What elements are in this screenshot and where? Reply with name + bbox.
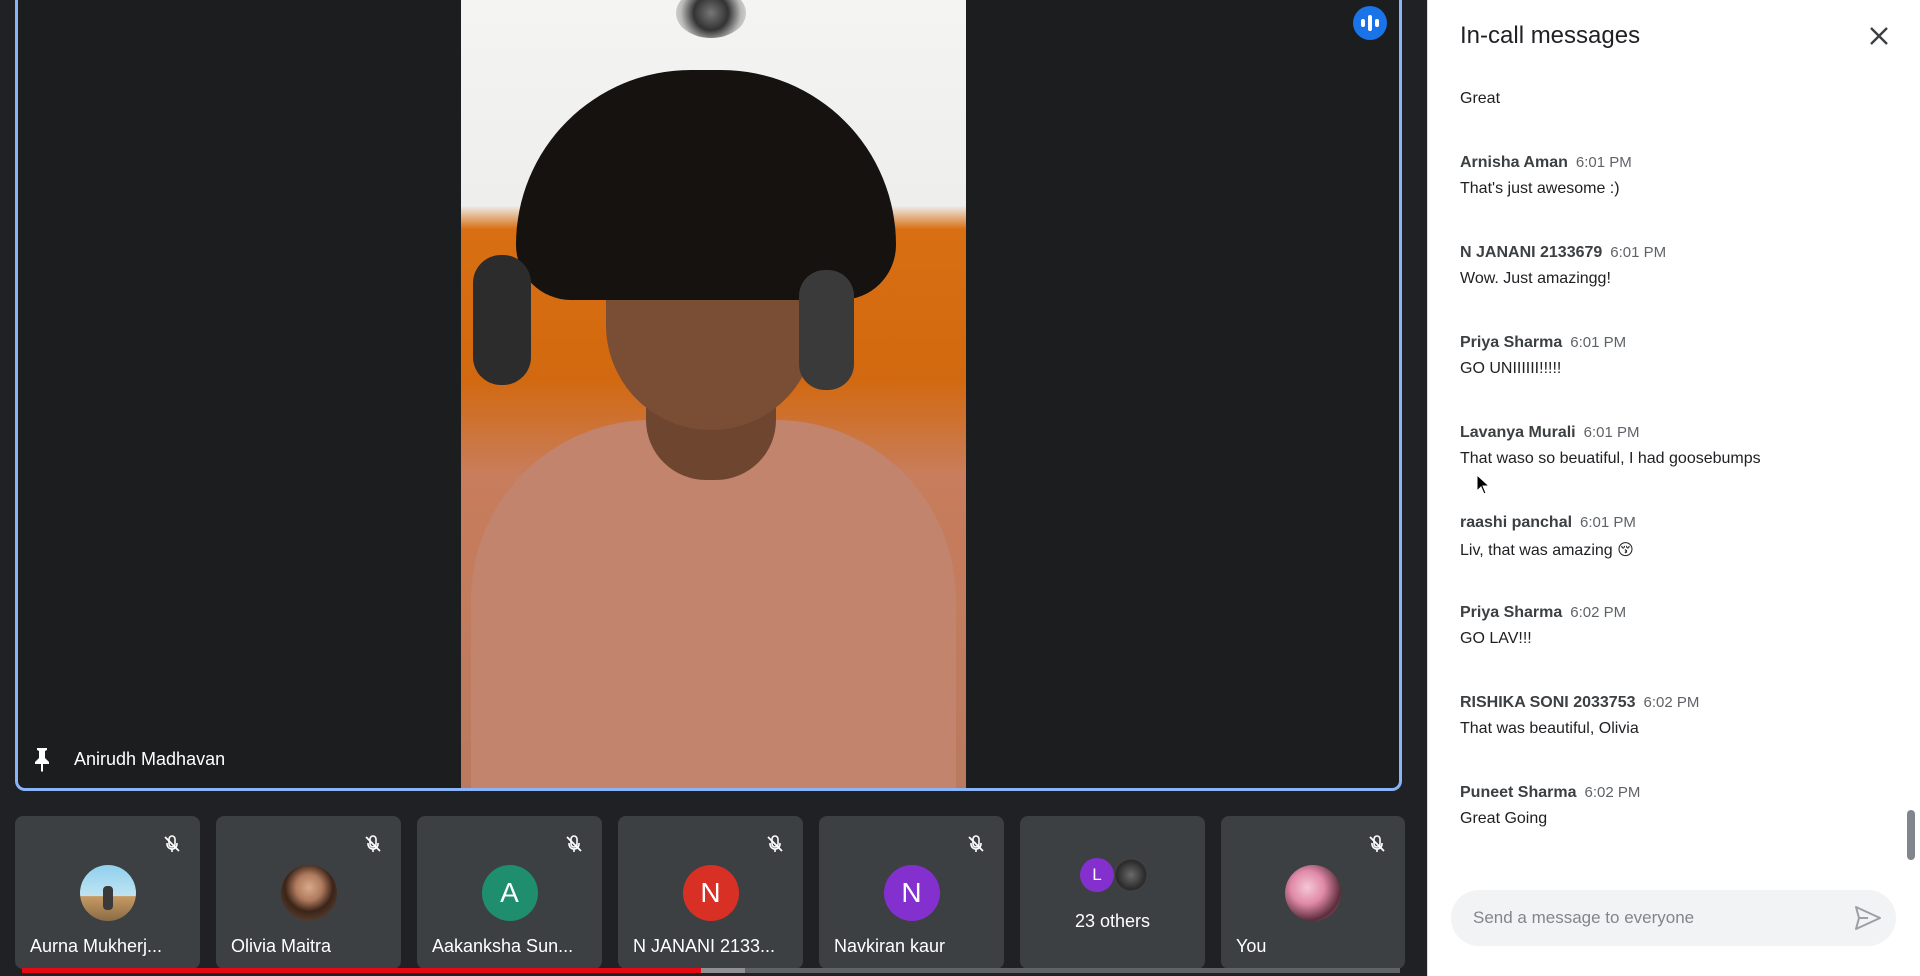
message-sender: Puneet Sharma bbox=[1460, 784, 1577, 801]
audio-bars-icon bbox=[1353, 6, 1387, 40]
panel-title: In-call messages bbox=[1460, 22, 1641, 49]
chat-panel: In-call messages Great Arnisha Aman 6:01 … bbox=[1427, 0, 1920, 976]
message-text: GO LAV!!! bbox=[1460, 630, 1532, 647]
message: Priya Sharma 6:02 PM GO LAV!!! bbox=[1460, 604, 1626, 648]
message-input[interactable] bbox=[1471, 907, 1835, 929]
message-text: GO UNIIIIII!!!!! bbox=[1460, 360, 1562, 377]
avatar: N bbox=[682, 865, 739, 921]
message: Arnisha Aman 6:01 PM That's just awesome … bbox=[1460, 154, 1632, 198]
message-time: 6:01 PM bbox=[1583, 424, 1640, 441]
self-thumbnail[interactable]: You bbox=[1221, 816, 1405, 969]
participant-name: N JANANI 2133... bbox=[633, 936, 776, 956]
message-text: Great Going bbox=[1460, 810, 1548, 827]
participant-video bbox=[461, 0, 966, 788]
mic-off-icon bbox=[1369, 835, 1385, 852]
avatar: L bbox=[1080, 858, 1114, 892]
participant-thumbnail[interactable]: Olivia Maitra bbox=[216, 816, 401, 969]
message-text: Wow. Just amazingg! bbox=[1460, 270, 1611, 287]
message-sender: Lavanya Murali bbox=[1460, 424, 1576, 441]
mic-off-icon bbox=[164, 835, 180, 852]
message-sender: Priya Sharma bbox=[1460, 604, 1563, 621]
mic-off-icon bbox=[767, 835, 783, 852]
participant-name: Navkiran kaur bbox=[834, 936, 946, 956]
pin-icon[interactable] bbox=[32, 746, 52, 772]
participant-thumbnail[interactable]: Aurna Mukherj... bbox=[15, 816, 200, 969]
participant-thumbnail[interactable]: N Navkiran kaur bbox=[819, 816, 1004, 969]
message-sender: Priya Sharma bbox=[1460, 334, 1563, 351]
progress-buffered bbox=[701, 968, 746, 973]
message: Puneet Sharma 6:02 PM Great Going bbox=[1460, 784, 1640, 828]
message-text: Liv, that was amazing 😚 bbox=[1460, 542, 1634, 559]
chat-scrollbar[interactable] bbox=[1907, 810, 1915, 860]
participant-name-tag: Anirudh Madhavan bbox=[32, 746, 225, 772]
participant-name: Anirudh Madhavan bbox=[74, 748, 226, 769]
avatar bbox=[1285, 865, 1341, 921]
avatar: A bbox=[481, 865, 538, 921]
message-text: Great bbox=[1460, 90, 1501, 107]
close-icon[interactable] bbox=[1865, 22, 1893, 50]
message: RISHIKA SONI 2033753 6:02 PM That was bea… bbox=[1460, 694, 1699, 738]
send-icon[interactable] bbox=[1854, 905, 1882, 931]
message: raashi panchal 6:01 PM Liv, that was amaz… bbox=[1460, 514, 1636, 560]
message: Great bbox=[1460, 90, 1500, 108]
message: Priya Sharma 6:01 PM GO UNIIIIII!!!!! bbox=[1460, 334, 1626, 378]
message-sender: Arnisha Aman bbox=[1460, 154, 1568, 171]
mic-off-icon bbox=[968, 835, 984, 852]
participant-name: Aurna Mukherj... bbox=[30, 936, 163, 956]
participant-name: Aakanksha Sun... bbox=[432, 936, 574, 956]
others-count-label: 23 others bbox=[1074, 911, 1151, 931]
message: N JANANI 2133679 6:01 PM Wow. Just amazin… bbox=[1460, 244, 1666, 288]
message-input-box bbox=[1451, 890, 1896, 946]
message-text: That's just awesome :) bbox=[1460, 180, 1620, 197]
message-sender: N JANANI 2133679 bbox=[1460, 244, 1603, 261]
participant-thumbnail[interactable]: N N JANANI 2133... bbox=[618, 816, 803, 969]
mic-off-icon bbox=[365, 835, 381, 852]
avatar: N bbox=[883, 865, 940, 921]
message-sender: RISHIKA SONI 2033753 bbox=[1460, 694, 1636, 711]
participant-name: You bbox=[1236, 936, 1267, 956]
progress-played bbox=[22, 968, 702, 973]
avatar bbox=[1114, 858, 1148, 892]
message-time: 6:02 PM bbox=[1584, 784, 1641, 801]
message: Lavanya Murali 6:01 PM That waso so beuat… bbox=[1460, 424, 1761, 468]
message-time: 6:02 PM bbox=[1643, 694, 1700, 711]
avatar bbox=[79, 865, 136, 921]
message-text: That waso so beuatiful, I had goosebumps bbox=[1460, 450, 1761, 467]
message-time: 6:01 PM bbox=[1570, 334, 1627, 351]
message-time: 6:01 PM bbox=[1610, 244, 1667, 261]
others-thumbnail[interactable]: L 23 others bbox=[1020, 816, 1205, 969]
main-video-tile[interactable]: Anirudh Madhavan bbox=[15, 0, 1402, 791]
message-time: 6:01 PM bbox=[1575, 154, 1632, 171]
mouse-cursor-icon bbox=[1476, 474, 1490, 495]
participant-thumbnail[interactable]: A Aakanksha Sun... bbox=[417, 816, 602, 969]
message-time: 6:01 PM bbox=[1580, 514, 1636, 531]
message-text: That was beautiful, Olivia bbox=[1460, 720, 1639, 737]
avatar bbox=[280, 865, 337, 921]
mic-off-icon bbox=[566, 835, 582, 852]
participant-name: Olivia Maitra bbox=[231, 936, 332, 956]
message-time: 6:02 PM bbox=[1570, 604, 1627, 621]
message-sender: raashi panchal bbox=[1460, 514, 1573, 531]
video-progress-bar[interactable] bbox=[22, 968, 1400, 973]
